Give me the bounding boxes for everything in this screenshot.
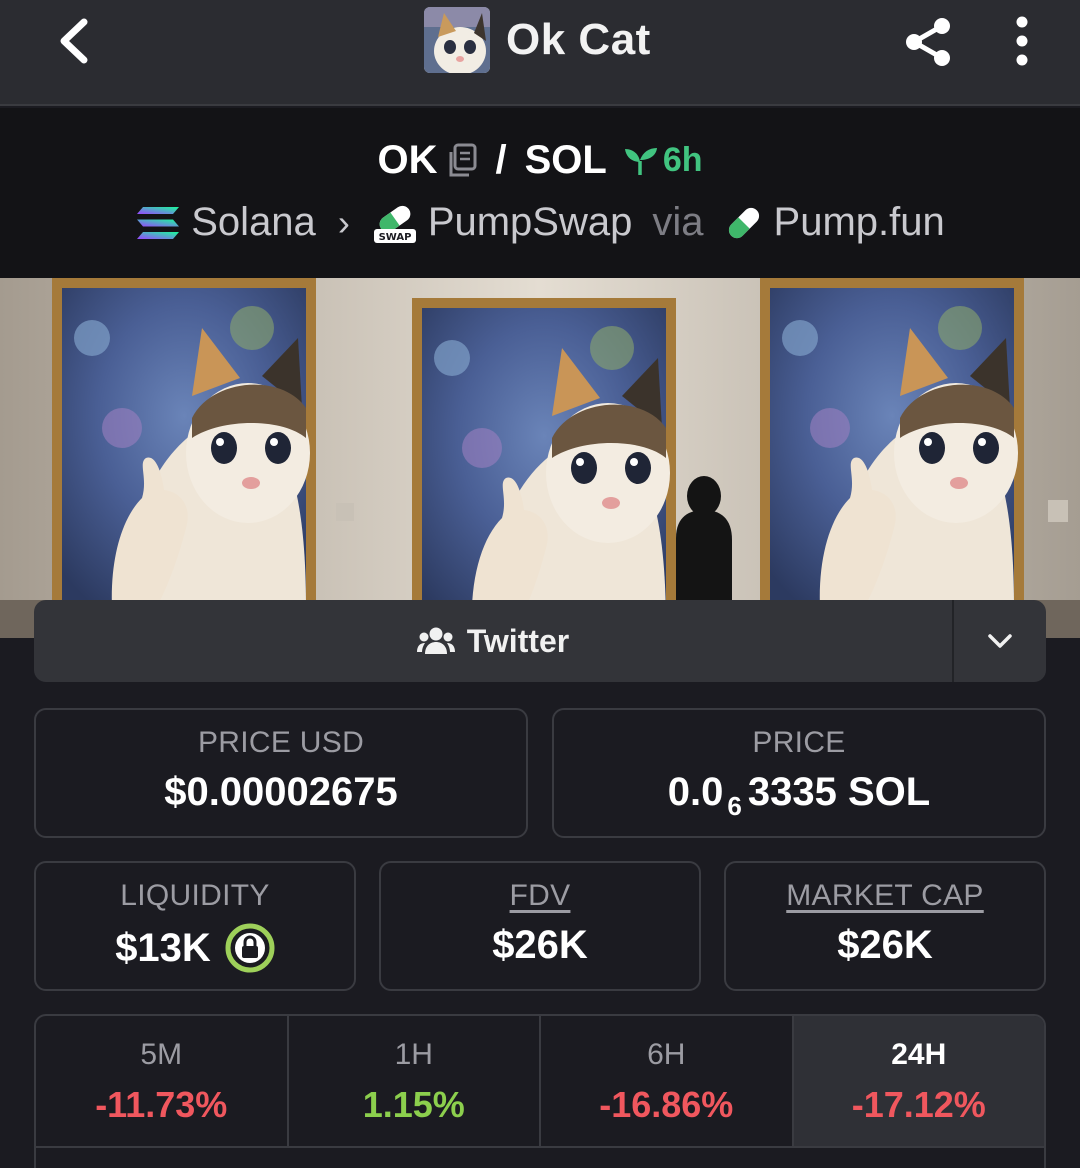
price-usd-value: $0.00002675 xyxy=(36,770,526,815)
timeframe-row: 5M -11.73% 1H 1.15% 6H -16.86% 24H -17.12% xyxy=(36,1016,1044,1148)
base-symbol: OK xyxy=(377,138,438,182)
timeframe-label: 5M xyxy=(140,1038,183,1071)
liquidity-label: LIQUIDITY xyxy=(120,879,270,912)
socials-dropdown-toggle[interactable] xyxy=(952,600,1046,682)
share-icon[interactable] xyxy=(900,14,956,70)
pair-age: 6h xyxy=(623,141,703,180)
app-bar: Ok Cat xyxy=(0,0,1080,106)
fdv-text: $26K xyxy=(492,923,588,967)
pair-separator: / xyxy=(495,138,507,182)
price-native-card: PRICE 0.0 6 3335 SOL xyxy=(552,708,1046,838)
market-cap-value: $26K xyxy=(726,923,1044,968)
timeframe-tab-5m[interactable]: 5M -11.73% xyxy=(36,1016,289,1146)
liquidity-card: LIQUIDITY $13K xyxy=(34,861,356,991)
price-usd-card: PRICE USD $0.00002675 xyxy=(34,708,528,838)
timeframe-tab-1h[interactable]: 1H 1.15% xyxy=(289,1016,541,1146)
timeframe-change-value: -11.73% xyxy=(95,1084,228,1125)
users-icon xyxy=(416,627,455,654)
timeframe-change-value: 1.15% xyxy=(362,1084,465,1125)
dex-link[interactable]: PumpSwap xyxy=(428,200,633,245)
solana-icon xyxy=(137,206,180,239)
pair-header: OK / SOL 6h Solana › SWAP PumpSwap via P… xyxy=(0,108,1080,278)
timeframe-change-value: -17.12% xyxy=(851,1084,986,1125)
app-title-group: Ok Cat xyxy=(424,6,651,74)
more-vertical-icon[interactable] xyxy=(1000,14,1044,70)
launchpad-link[interactable]: Pump.fun xyxy=(774,200,945,245)
sprout-icon xyxy=(624,147,657,175)
price-native-prefix: 0.0 xyxy=(667,770,724,814)
timeframe-tab-24h[interactable]: 24H -17.12% xyxy=(793,1016,1044,1146)
liquidity-text: $13K xyxy=(115,925,211,970)
twitter-button[interactable]: Twitter xyxy=(34,600,952,682)
timeframe-label: 1H xyxy=(394,1038,433,1071)
price-native-value: 0.0 6 3335 SOL xyxy=(554,770,1044,821)
quote-symbol: SOL xyxy=(524,138,607,182)
twitter-label: Twitter xyxy=(466,622,570,659)
price-native-label: PRICE xyxy=(752,726,846,759)
price-native-suffix: 3335 SOL xyxy=(747,770,931,814)
chain-breadcrumb: Solana › SWAP PumpSwap via Pump.fun xyxy=(0,200,1080,245)
app-title: Ok Cat xyxy=(506,15,651,64)
market-cap-label[interactable]: MARKET CAP xyxy=(726,879,1044,913)
timeframe-label: 6H xyxy=(647,1038,686,1071)
chevron-down-icon xyxy=(988,634,1012,648)
pair-age-text: 6h xyxy=(662,141,703,179)
fdv-label[interactable]: FDV xyxy=(381,879,699,913)
timeframe-tab-6h[interactable]: 6H -16.86% xyxy=(541,1016,794,1146)
pumpfun-icon xyxy=(728,207,759,238)
price-change-tabs: 5M -11.73% 1H 1.15% 6H -16.86% 24H -17.12% xyxy=(34,1014,1046,1168)
timeframe-change-value: -16.86% xyxy=(599,1084,734,1125)
lock-icon[interactable] xyxy=(225,923,275,973)
via-label: via xyxy=(652,200,704,244)
market-cap-card: MARKET CAP $26K xyxy=(724,861,1046,991)
token-banner-image xyxy=(0,278,1080,638)
timeframe-label: 24H xyxy=(891,1038,947,1071)
price-usd-text: $0.00002675 xyxy=(164,770,398,814)
market-cap-text: $26K xyxy=(837,923,933,967)
liquidity-value: $13K xyxy=(36,923,354,973)
fdv-value: $26K xyxy=(381,923,699,968)
token-avatar xyxy=(424,7,490,73)
banner-illustration xyxy=(0,278,1080,638)
swap-badge-text: SWAP xyxy=(378,232,411,243)
price-native-zero-count: 6 xyxy=(727,791,742,821)
pumpswap-icon: SWAP xyxy=(373,205,416,243)
socials-bar: Twitter xyxy=(34,600,1046,682)
price-usd-label: PRICE USD xyxy=(197,726,365,759)
chevron-left-icon[interactable] xyxy=(48,14,102,68)
chevron-right-icon: › xyxy=(337,201,350,243)
copy-icon[interactable] xyxy=(445,143,479,179)
chain-link[interactable]: Solana xyxy=(191,200,316,245)
pair-line: OK / SOL 6h xyxy=(0,138,1080,183)
fdv-card: FDV $26K xyxy=(379,861,701,991)
